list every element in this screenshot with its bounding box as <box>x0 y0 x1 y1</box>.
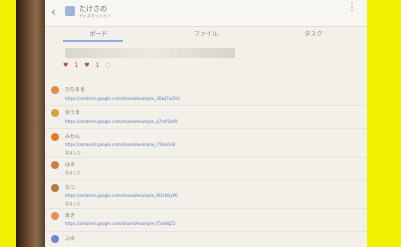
back-icon[interactable]: ‹ <box>51 5 56 19</box>
divider <box>45 180 367 181</box>
divider <box>45 208 367 209</box>
comment-author: みかん <box>65 134 81 140</box>
avatar <box>51 133 59 141</box>
comment-author: ゆうま <box>65 110 81 116</box>
heart-icon[interactable]: ♥ <box>63 62 68 69</box>
page-subtitle: ディスカッション <box>79 13 111 18</box>
reactions: ♥ 1 ♥ 1 ◌ <box>63 62 111 69</box>
avatar <box>51 161 59 169</box>
yellow-border-right <box>367 0 401 247</box>
avatar <box>51 109 59 117</box>
tab-tasks[interactable]: タスク <box>260 29 367 38</box>
divider <box>45 105 367 106</box>
comment-note: 見ました <box>65 170 81 175</box>
divider <box>45 157 367 158</box>
comment-author: あき <box>65 213 76 219</box>
comment-link[interactable]: https://ambient.google.com/shared/exampl… <box>65 193 178 198</box>
comment-note: 見ました <box>65 150 81 155</box>
comment-note: 見ました <box>65 201 81 206</box>
like-count: 1 <box>95 62 100 69</box>
avatar <box>51 86 59 94</box>
comment-author: なつ <box>65 185 76 191</box>
tab-bar: ボード ファイル タスク <box>45 26 367 40</box>
app-screen: ‹ たけさの ディスカッション ⋮ ボード ファイル タスク ♥ 1 ♥ 1 ◌… <box>45 0 367 247</box>
avatar <box>51 235 59 243</box>
tab-files[interactable]: ファイル <box>152 29 259 38</box>
top-bar: ‹ たけさの ディスカッション ⋮ <box>45 0 367 27</box>
avatar <box>51 184 59 192</box>
comment-icon[interactable]: ◌ <box>105 62 110 69</box>
heart-icon[interactable]: ♥ <box>84 62 89 69</box>
comment-link[interactable]: https://ambient.google.com/shared/exampl… <box>65 119 178 124</box>
heart-count: 1 <box>74 62 79 69</box>
active-tab-indicator <box>63 40 123 42</box>
more-icon[interactable]: ⋮ <box>347 2 357 13</box>
app-icon <box>65 6 75 16</box>
avatar <box>51 212 59 220</box>
comment-author: ふゆ <box>65 236 76 242</box>
post-content <box>65 48 235 58</box>
comment-author: はる <box>65 162 76 168</box>
divider <box>45 231 367 232</box>
tab-board[interactable]: ボード <box>45 29 152 38</box>
comment-author: ひなまま <box>65 87 86 93</box>
comment-link[interactable]: https://ambient.google.com/shared/exampl… <box>65 96 180 101</box>
comment-link[interactable]: https://ambient.google.com/shared/exampl… <box>65 142 175 147</box>
divider <box>45 128 367 129</box>
yellow-border-left <box>0 0 16 247</box>
comment-link[interactable]: https://ambient.google.com/shared/exampl… <box>65 221 175 226</box>
